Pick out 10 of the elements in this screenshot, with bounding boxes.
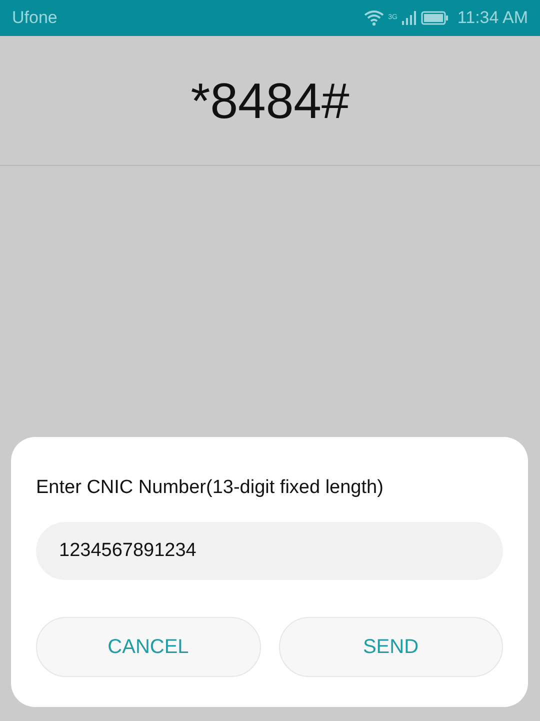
clock-time: 11:34 AM bbox=[457, 8, 528, 28]
dialog-prompt: Enter CNIC Number(13-digit fixed length) bbox=[36, 477, 384, 499]
input-field[interactable]: 1234567891234 bbox=[36, 522, 503, 580]
battery-icon bbox=[421, 11, 450, 25]
cancel-button[interactable]: CANCEL bbox=[36, 617, 260, 677]
signal-icon bbox=[401, 10, 418, 26]
wifi-icon bbox=[364, 10, 384, 26]
ussd-code: *8484# bbox=[190, 72, 350, 130]
send-button[interactable]: SEND bbox=[278, 617, 503, 677]
carrier-name: Ufone bbox=[12, 8, 58, 28]
